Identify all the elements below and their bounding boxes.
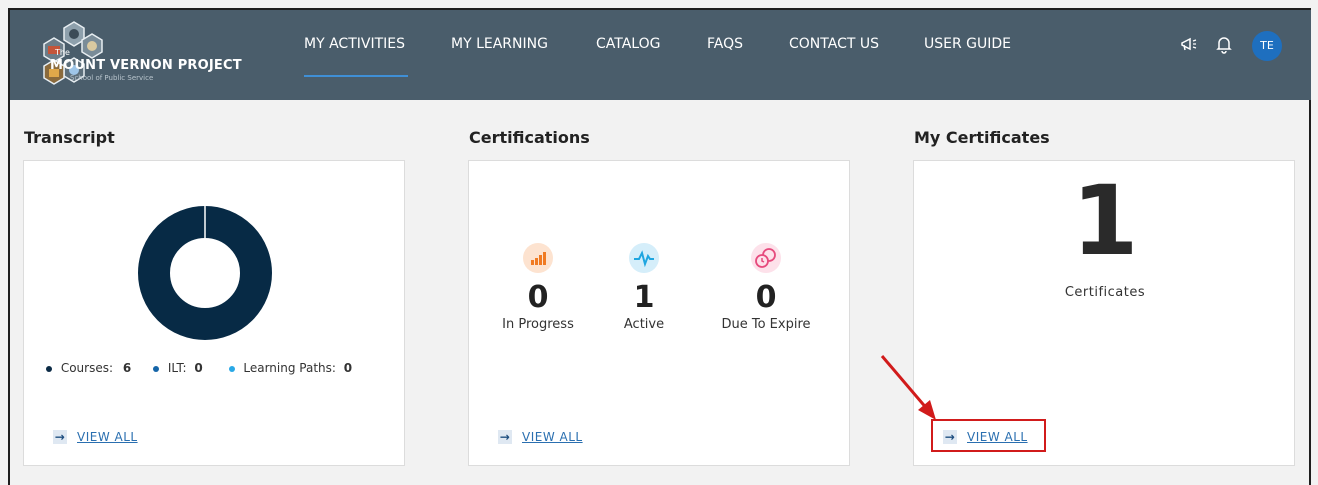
my-certificates-title: My Certificates: [914, 128, 1050, 147]
legend-ilt-value: 0: [194, 361, 203, 375]
stat-in-progress-value: 0: [527, 280, 549, 315]
transcript-legend: Courses: 6 ILT: 0 Learning Paths: 0: [46, 361, 352, 375]
legend-ilt-dot: [153, 365, 160, 372]
user-avatar[interactable]: TE: [1252, 31, 1282, 61]
certifications-card: 0 In Progress 1 Active 0 Due To Expire →…: [468, 160, 850, 466]
legend-learning-paths-dot: [228, 365, 235, 372]
transcript-donut-chart: [138, 205, 272, 340]
stat-due-to-expire[interactable]: 0 Due To Expire: [706, 243, 826, 332]
certificates-count: 1: [1071, 165, 1139, 277]
certifications-view-all-link[interactable]: → VIEW ALL: [498, 430, 583, 444]
stat-active-label: Active: [623, 317, 665, 332]
pulse-icon: [629, 243, 659, 273]
brand-subtitle: School of Public Service: [70, 74, 154, 82]
annotation-highlight-box: [931, 419, 1046, 452]
brand-title[interactable]: MOUNT VERNON PROJECT: [50, 58, 242, 73]
legend-learning-paths-label: Learning Paths:: [243, 361, 336, 375]
nav-my-activities[interactable]: MY ACTIVITIES: [304, 36, 405, 52]
legend-learning-paths: Learning Paths: 0: [228, 361, 353, 375]
nav-faqs[interactable]: FAQS: [707, 36, 743, 52]
legend-courses-label: Courses:: [60, 361, 114, 375]
active-tab-indicator: [304, 75, 408, 77]
stat-in-progress-label: In Progress: [502, 317, 574, 332]
stat-in-progress[interactable]: 0 In Progress: [478, 243, 598, 332]
legend-courses: Courses: 6: [46, 361, 153, 375]
certificates-label: Certificates: [1064, 285, 1146, 300]
legend-courses-dot: [46, 365, 52, 372]
stat-due-to-expire-label: Due To Expire: [721, 317, 811, 332]
bar-chart-icon: [523, 243, 553, 273]
expire-clock-icon: [751, 243, 781, 273]
stat-due-to-expire-value: 0: [755, 280, 777, 315]
arrow-right-icon: →: [498, 430, 512, 444]
nav-my-learning[interactable]: MY LEARNING: [451, 36, 548, 52]
certifications-title: Certifications: [469, 128, 590, 147]
transcript-title: Transcript: [24, 128, 115, 147]
nav-user-guide[interactable]: USER GUIDE: [924, 36, 1011, 52]
megaphone-icon[interactable]: [1179, 34, 1201, 56]
stat-active[interactable]: 1 Active: [584, 243, 704, 332]
nav-catalog[interactable]: CATALOG: [596, 36, 660, 52]
view-all-label: VIEW ALL: [77, 430, 138, 444]
legend-ilt: ILT: 0: [153, 361, 228, 375]
stat-active-value: 1: [633, 280, 655, 315]
legend-learning-paths-value: 0: [343, 361, 353, 375]
legend-courses-value: 6: [122, 361, 132, 375]
legend-ilt-label: ILT:: [167, 361, 187, 375]
transcript-view-all-link[interactable]: → VIEW ALL: [53, 430, 138, 444]
view-all-label: VIEW ALL: [522, 430, 583, 444]
bell-icon[interactable]: [1213, 34, 1235, 56]
arrow-right-icon: →: [53, 430, 67, 444]
top-navigation-bar: The MOUNT VERNON PROJECT School of Publi…: [10, 10, 1311, 100]
brand-the: The: [55, 48, 70, 57]
nav-contact-us[interactable]: CONTACT US: [789, 36, 879, 52]
annotation-arrow-icon: [880, 355, 936, 420]
transcript-card: Courses: 6 ILT: 0 Learning Paths: 0 → VI…: [23, 160, 405, 466]
